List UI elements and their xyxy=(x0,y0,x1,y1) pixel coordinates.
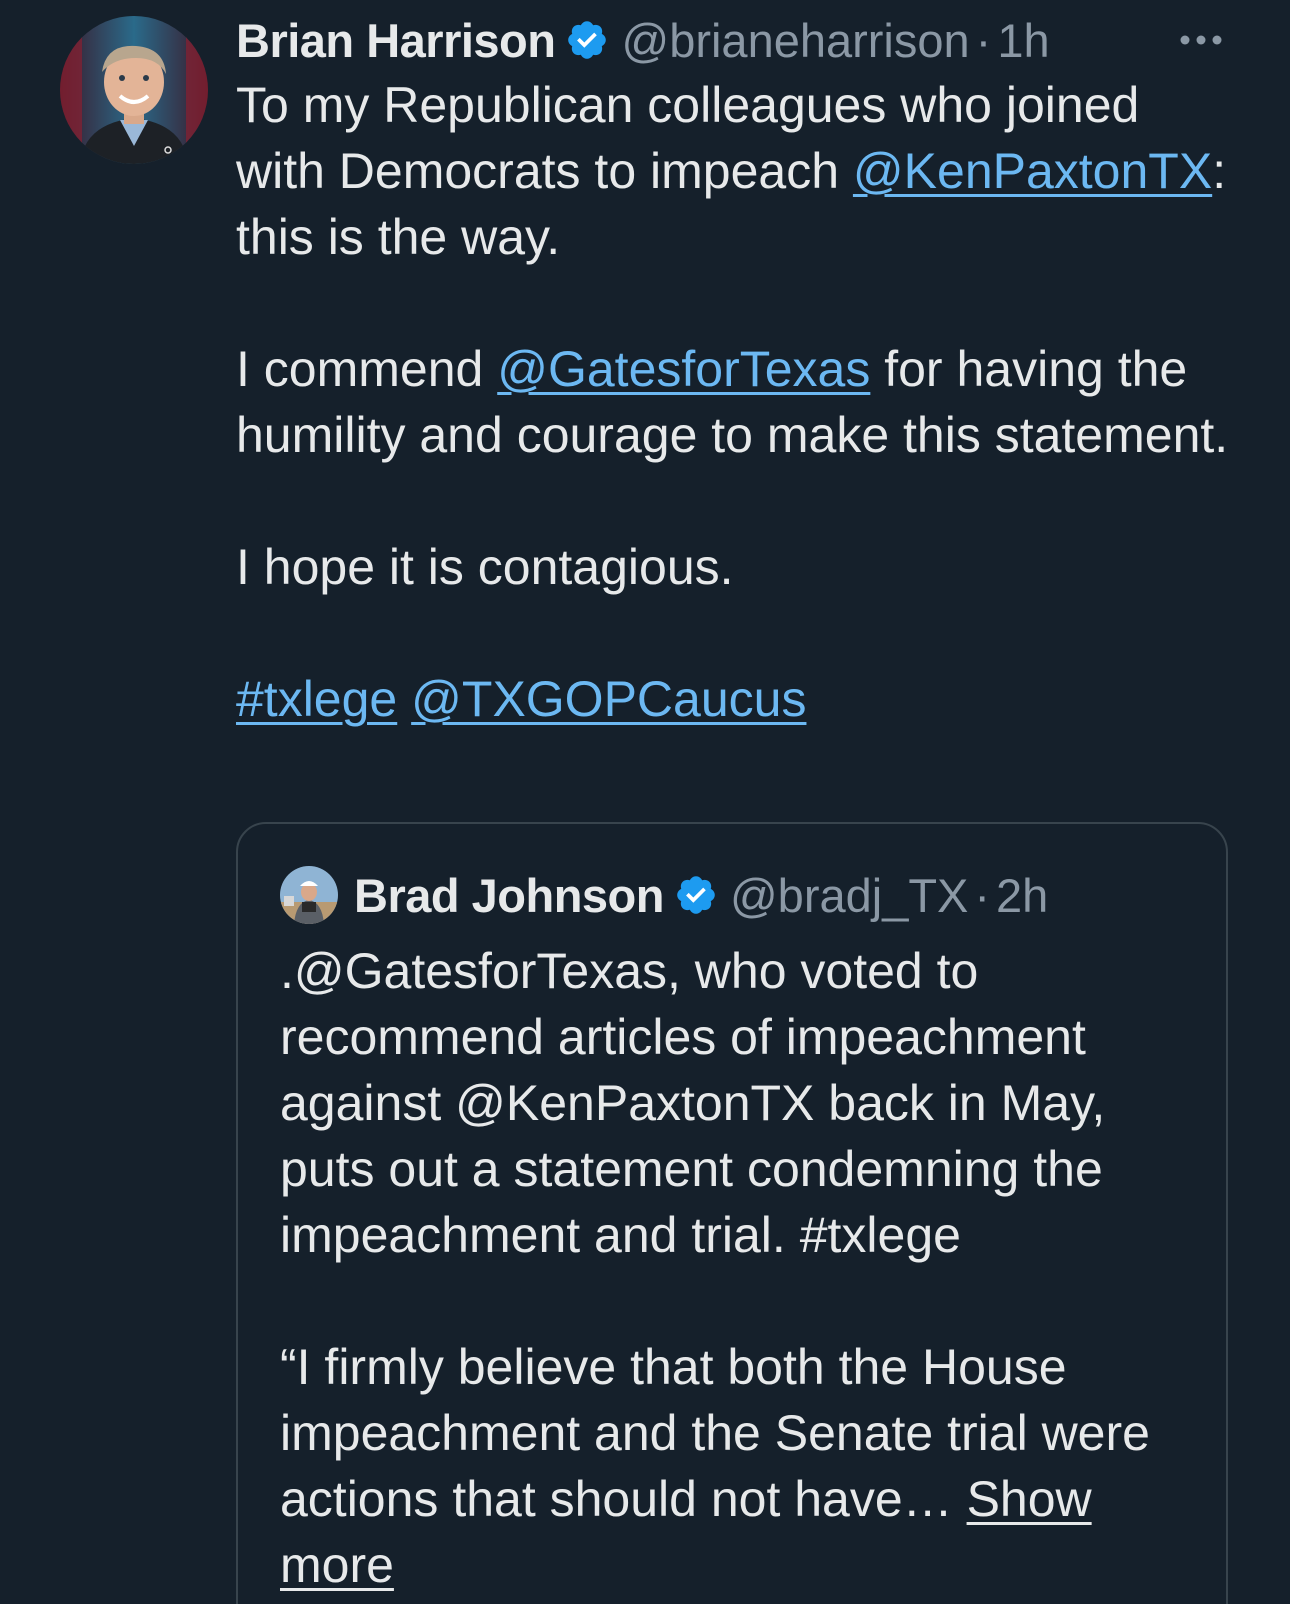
verified-badge-icon xyxy=(565,18,609,62)
verified-badge-icon xyxy=(674,873,718,917)
quoted-paragraph: .@GatesforTexas, who voted to recommend … xyxy=(280,943,1106,1263)
tweet-paragraph: #txlege @TXGOPCaucus xyxy=(236,666,1236,732)
quoted-author-handle[interactable]: @bradj_TX xyxy=(730,868,968,923)
mention-link[interactable]: @GatesforTexas xyxy=(497,341,870,397)
quoted-author-name[interactable]: Brad Johnson xyxy=(354,868,664,923)
quoted-tweet-text: .@GatesforTexas, who voted to recommend … xyxy=(280,938,1200,1598)
quoted-paragraph: “I firmly believe that both the House im… xyxy=(280,1334,1200,1598)
tweet-paragraph: I commend @GatesforTexas for having the … xyxy=(236,336,1236,468)
author-avatar-image xyxy=(60,16,208,164)
more-options-icon[interactable] xyxy=(1176,22,1226,58)
tweet-text: To my Republican colleagues who joined w… xyxy=(236,72,1236,732)
tweet[interactable]: Brian Harrison @brianeharrison · 1h To m… xyxy=(0,0,1290,1604)
tweet-paragraph: I hope it is contagious. xyxy=(236,539,734,595)
author-name[interactable]: Brian Harrison xyxy=(236,13,556,68)
mention-link[interactable]: @TXGOPCaucus xyxy=(411,671,806,727)
quoted-tweet-header: Brad Johnson @bradj_TX · 2h xyxy=(354,864,1048,926)
tweet-timestamp[interactable]: 1h xyxy=(997,13,1049,68)
text-segment: I commend xyxy=(236,341,498,397)
tweet-header: Brian Harrison @brianeharrison · 1h xyxy=(236,10,1050,70)
author-avatar[interactable] xyxy=(60,16,208,164)
hashtag-link[interactable]: #txlege xyxy=(236,671,397,727)
quoted-author-avatar[interactable] xyxy=(280,866,338,924)
separator-dot: · xyxy=(974,868,991,922)
author-handle[interactable]: @brianeharrison xyxy=(621,13,969,68)
separator-dot: · xyxy=(975,13,992,67)
tweet-paragraph: To my Republican colleagues who joined w… xyxy=(236,72,1236,270)
mention-link[interactable]: @KenPaxtonTX xyxy=(853,143,1212,199)
quoted-author-avatar-image xyxy=(280,866,338,924)
quoted-tweet-timestamp[interactable]: 2h xyxy=(996,868,1048,923)
quoted-tweet[interactable]: Brad Johnson @bradj_TX · 2h .@GatesforTe… xyxy=(236,822,1228,1604)
